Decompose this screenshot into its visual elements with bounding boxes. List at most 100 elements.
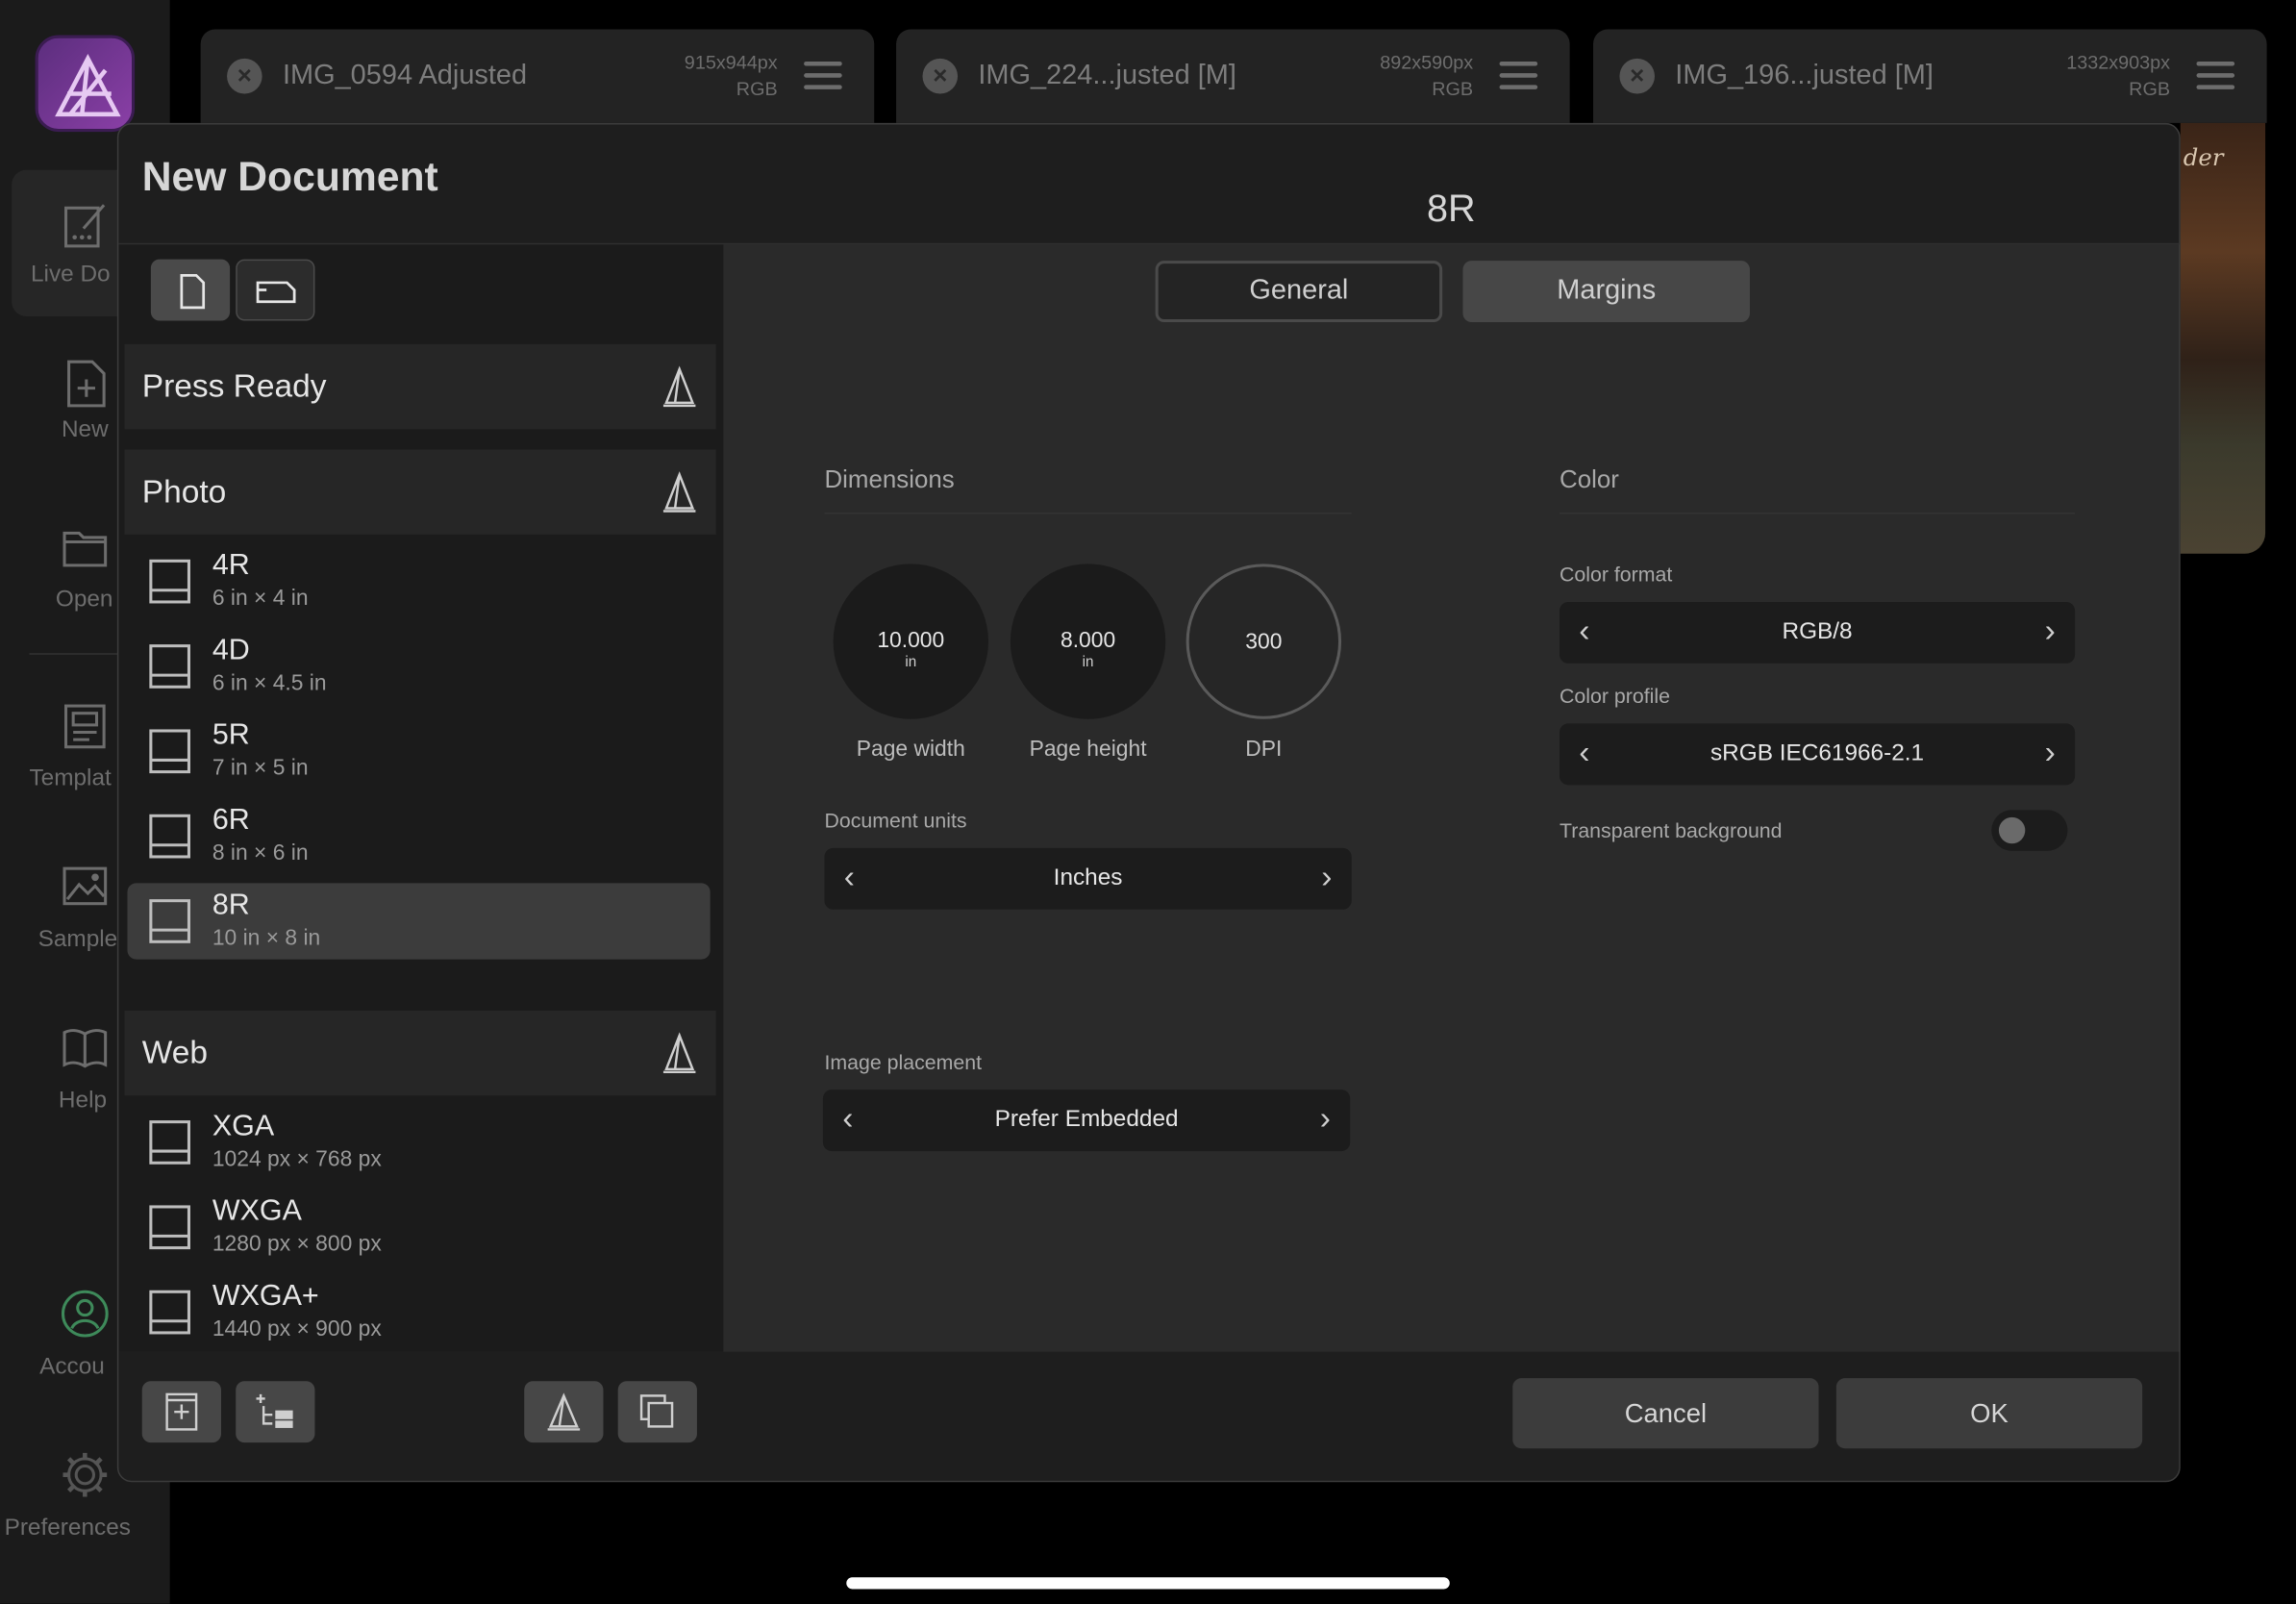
category-label: Press Ready (141, 367, 327, 405)
preset-page-icon (149, 899, 190, 943)
preset-item-selected[interactable]: 8R 10 in × 8 in (127, 883, 711, 960)
add-preset-button[interactable] (141, 1381, 221, 1443)
transparent-background-toggle[interactable] (1991, 810, 2068, 851)
document-tab[interactable]: × IMG_0594 Adjusted 915x944px RGB (200, 29, 875, 123)
preset-item[interactable]: XGA 1024 px × 768 px (128, 1104, 711, 1180)
tab-menu-icon[interactable] (1499, 61, 1538, 90)
page-height-value: 8.000 (1060, 628, 1116, 654)
preset-page-icon (149, 1120, 190, 1165)
folder-icon (62, 531, 108, 567)
chevron-right-icon[interactable]: › (1305, 848, 1349, 910)
tab-size: 915x944px (684, 51, 778, 74)
color-format-value: RGB/8 (1782, 619, 1853, 645)
document-units-picker: ‹ Inches › (824, 847, 1352, 910)
rail-label-open: Open (55, 587, 113, 613)
dimensions-heading: Dimensions (824, 465, 955, 494)
pen-nib-icon (662, 1032, 696, 1074)
page-width-value: 10.000 (877, 628, 945, 654)
page-width-label: Page width (856, 737, 965, 762)
portrait-orientation-button[interactable] (150, 259, 231, 321)
toggle-knob (1998, 816, 2026, 844)
chevron-left-icon[interactable]: ‹ (826, 1090, 870, 1151)
page-width-dial[interactable]: 10.000 in (833, 564, 989, 719)
preset-name: WXGA (212, 1194, 302, 1228)
preset-name: XGA (212, 1110, 275, 1142)
tab-mode: RGB (736, 77, 778, 100)
dpi-value: 300 (1245, 629, 1283, 655)
color-profile-label: Color profile (1559, 684, 1670, 708)
preset-item[interactable]: 4R 6 in × 4 in (128, 543, 711, 619)
live-document-icon (64, 204, 106, 248)
rail-label-templates: Templat (29, 765, 112, 791)
manage-categories-button[interactable] (524, 1381, 604, 1443)
image-placement-picker: ‹ Prefer Embedded › (822, 1090, 1351, 1152)
tab-meta: 892x590px RGB (1380, 50, 1473, 103)
background-photo: der (2180, 122, 2266, 554)
dialog-title: New Document (141, 153, 438, 200)
tab-mode: RGB (2129, 77, 2171, 100)
tab-general[interactable]: General (1155, 261, 1443, 323)
category-photo[interactable]: Photo (124, 449, 716, 535)
pen-nib-icon (547, 1392, 581, 1431)
preset-page-icon (149, 559, 190, 604)
portrait-page-icon (180, 273, 206, 310)
rail-label-account: Accou (39, 1354, 105, 1380)
rail-label-help: Help (58, 1088, 108, 1114)
category-label: Photo (141, 472, 227, 511)
landscape-orientation-button[interactable] (236, 259, 315, 321)
preset-size: 10 in × 8 in (212, 925, 321, 951)
category-web[interactable]: Web (124, 1010, 716, 1096)
close-tab-icon[interactable]: × (922, 58, 959, 94)
ok-button[interactable]: OK (1835, 1378, 2143, 1449)
page-height-dial[interactable]: 8.000 in (1010, 564, 1166, 719)
tab-menu-icon[interactable] (2196, 61, 2235, 90)
close-tab-icon[interactable]: × (227, 58, 262, 94)
close-tab-icon[interactable]: × (1619, 58, 1655, 94)
tab-menu-icon[interactable] (804, 61, 842, 90)
preset-item[interactable]: 4D 6 in × 4.5 in (128, 628, 711, 704)
duplicate-icon (639, 1394, 674, 1428)
duplicate-preset-button[interactable] (617, 1381, 697, 1443)
samples-icon (62, 866, 108, 906)
preset-size: 1280 px × 800 px (212, 1231, 382, 1257)
rail-label-new: New (61, 417, 109, 442)
preset-name: WXGA+ (212, 1280, 319, 1313)
page-height-unit: in (1082, 654, 1094, 671)
dpi-dial[interactable]: 300 (1185, 564, 1342, 719)
document-tab[interactable]: × IMG_224...justed [M] 892x590px RGB (896, 29, 1570, 123)
chevron-right-icon[interactable]: › (2028, 602, 2072, 664)
preset-item[interactable]: WXGA 1280 px × 800 px (128, 1190, 711, 1266)
tab-size: 1332x903px (2066, 51, 2171, 74)
dialog-footer: Cancel OK (118, 1351, 2180, 1481)
tab-title: IMG_0594 Adjusted (282, 60, 528, 91)
cancel-button[interactable]: Cancel (1512, 1378, 1819, 1449)
chevron-left-icon[interactable]: ‹ (1562, 723, 1607, 785)
chevron-right-icon[interactable]: › (2028, 723, 2072, 785)
preset-page-icon (149, 814, 190, 859)
photo-caption: der (2183, 143, 2224, 172)
preset-name: 8R (212, 889, 250, 921)
preset-name: 4D (212, 634, 250, 666)
preset-size: 6 in × 4 in (212, 586, 309, 612)
preset-item[interactable]: 5R 7 in × 5 in (128, 714, 711, 789)
tab-margins[interactable]: Margins (1462, 261, 1750, 323)
home-indicator[interactable] (846, 1577, 1450, 1590)
app-logo[interactable] (35, 35, 136, 133)
color-format-picker: ‹ RGB/8 › (1559, 601, 2076, 664)
selected-preset-name: 8R (1426, 186, 1476, 231)
tab-title: IMG_224...justed [M] (978, 60, 1236, 91)
chevron-right-icon[interactable]: › (1303, 1090, 1347, 1151)
chevron-left-icon[interactable]: ‹ (1562, 602, 1607, 664)
new-document-icon (67, 360, 106, 408)
preset-item[interactable]: 6R 8 in × 6 in (128, 798, 711, 874)
preset-item[interactable]: WXGA+ 1440 px × 900 px (128, 1274, 711, 1350)
pen-nib-icon (662, 365, 696, 408)
document-tab[interactable]: × IMG_196...justed [M] 1332x903px RGB (1593, 29, 2267, 123)
color-profile-picker: ‹ sRGB IEC61966-2.1 › (1559, 723, 2076, 786)
preset-page-icon (149, 644, 190, 689)
add-category-button[interactable] (236, 1381, 315, 1443)
category-press-ready[interactable]: Press Ready (124, 343, 716, 430)
chevron-left-icon[interactable]: ‹ (827, 848, 871, 910)
rail-label-preferences: Preferences (4, 1516, 131, 1541)
color-divider (1559, 513, 2076, 514)
